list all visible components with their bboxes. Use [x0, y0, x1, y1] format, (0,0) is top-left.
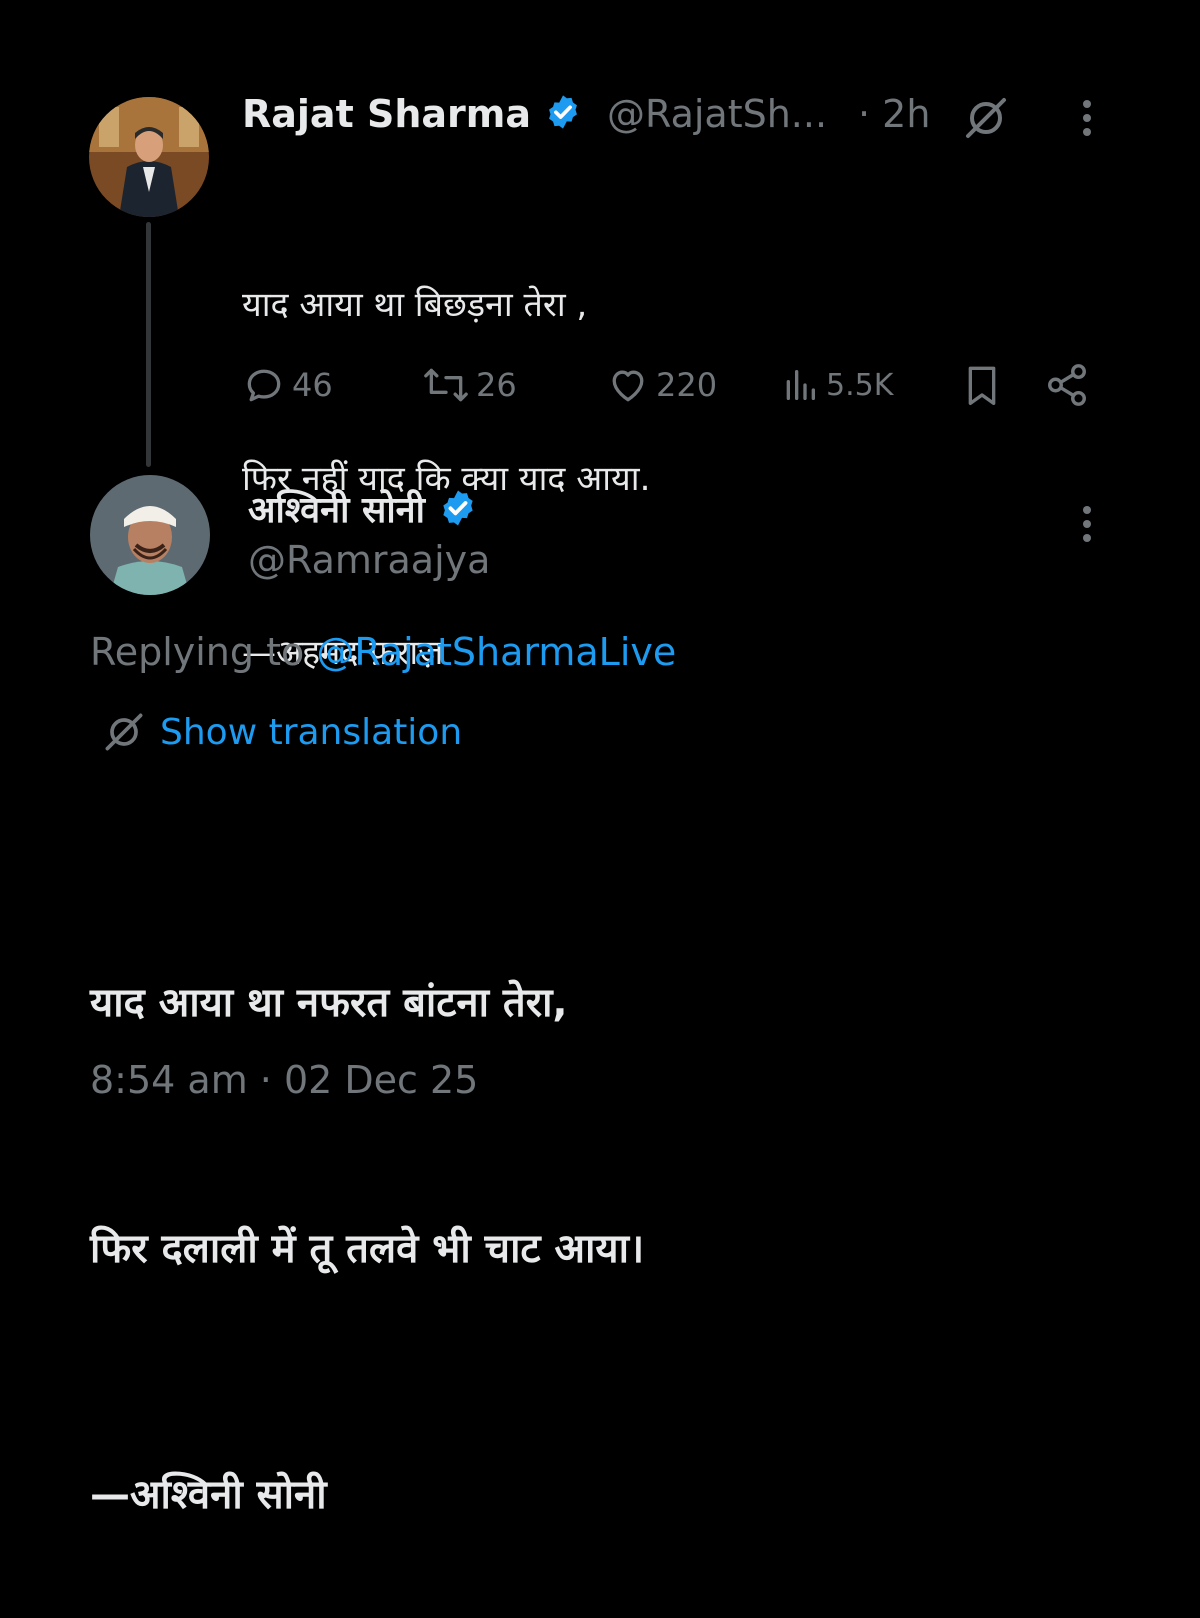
more-icon[interactable] — [1070, 504, 1104, 552]
reply-text: याद आया था नफरत बांटना तेरा, फिर दलाली म… — [90, 798, 644, 1618]
thread-connector-line — [146, 222, 151, 467]
views-icon — [786, 370, 815, 400]
bookmark-icon[interactable] — [962, 362, 1002, 412]
repost-button[interactable]: 26 — [422, 364, 517, 406]
like-button[interactable]: 220 — [606, 364, 717, 406]
reply-author-handle[interactable]: @Ramraajya — [248, 538, 490, 582]
replying-prefix: Replying to — [90, 630, 305, 674]
reply-line: याद आया था नफरत बांटना तेरा, — [90, 980, 568, 1026]
share-icon[interactable] — [1044, 362, 1090, 412]
like-count: 220 — [656, 366, 718, 404]
grok-icon[interactable] — [960, 92, 1012, 148]
show-translation-link[interactable]: Show translation — [100, 708, 462, 756]
reply-author-name[interactable]: अश्विनी सोनी — [248, 484, 478, 537]
repost-count: 26 — [476, 366, 517, 404]
tweet-time[interactable]: · 2h — [858, 92, 930, 136]
replying-to: Replying to @RajatSharmaLive — [90, 630, 676, 674]
author-handle[interactable]: @RajatSh... — [607, 92, 827, 136]
verified-badge-icon — [438, 488, 478, 537]
show-translation-label: Show translation — [160, 711, 463, 753]
reply-timestamp[interactable]: 8:54 am · 02 Dec 25 — [90, 1058, 478, 1102]
author-name[interactable]: Rajat Sharma — [242, 92, 582, 140]
like-icon — [612, 370, 644, 402]
replying-mention-link[interactable]: @RajatSharmaLive — [316, 630, 676, 674]
views-count: 5.5K — [826, 367, 894, 403]
reply-icon — [247, 369, 281, 402]
reply-line: फिर दलाली में तू तलवे भी चाट आया। — [90, 1226, 645, 1272]
avatar-rajat-sharma[interactable] — [89, 97, 209, 217]
reply-line: —अश्विनी सोनी — [90, 1472, 327, 1518]
grok-icon — [105, 713, 143, 751]
reply-count: 46 — [292, 366, 333, 404]
reply-button[interactable]: 46 — [242, 364, 333, 406]
verified-badge-icon — [544, 93, 582, 140]
more-icon[interactable] — [1070, 98, 1104, 146]
views-button[interactable]: 5.5K — [780, 364, 893, 406]
tweet-line: याद आया था बिछड़ना तेरा , — [242, 285, 588, 325]
avatar-ashwini-soni[interactable] — [90, 475, 210, 595]
repost-icon — [424, 368, 468, 402]
